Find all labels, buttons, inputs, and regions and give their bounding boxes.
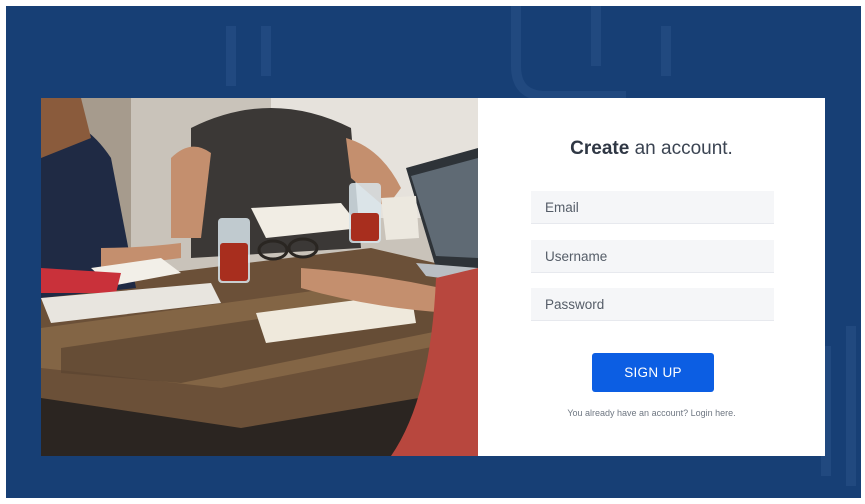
email-field[interactable] xyxy=(531,191,774,224)
page-title: Create an account. xyxy=(478,138,825,160)
login-prompt-text: You already have an account? xyxy=(567,408,689,418)
title-rest: an account. xyxy=(629,138,733,159)
username-field[interactable] xyxy=(531,240,774,273)
signup-card: Create an account. SIGN UP You already h… xyxy=(41,98,825,456)
people-at-table-image xyxy=(41,98,478,456)
login-link[interactable]: Login here. xyxy=(691,408,736,418)
sign-up-button[interactable]: SIGN UP xyxy=(592,353,714,392)
signup-form: Create an account. SIGN UP You already h… xyxy=(478,98,825,456)
password-field[interactable] xyxy=(531,288,774,321)
title-bold: Create xyxy=(570,138,630,159)
page-background: Create an account. SIGN UP You already h… xyxy=(6,6,861,498)
login-prompt: You already have an account? Login here. xyxy=(478,408,825,418)
hero-photo xyxy=(41,98,478,456)
